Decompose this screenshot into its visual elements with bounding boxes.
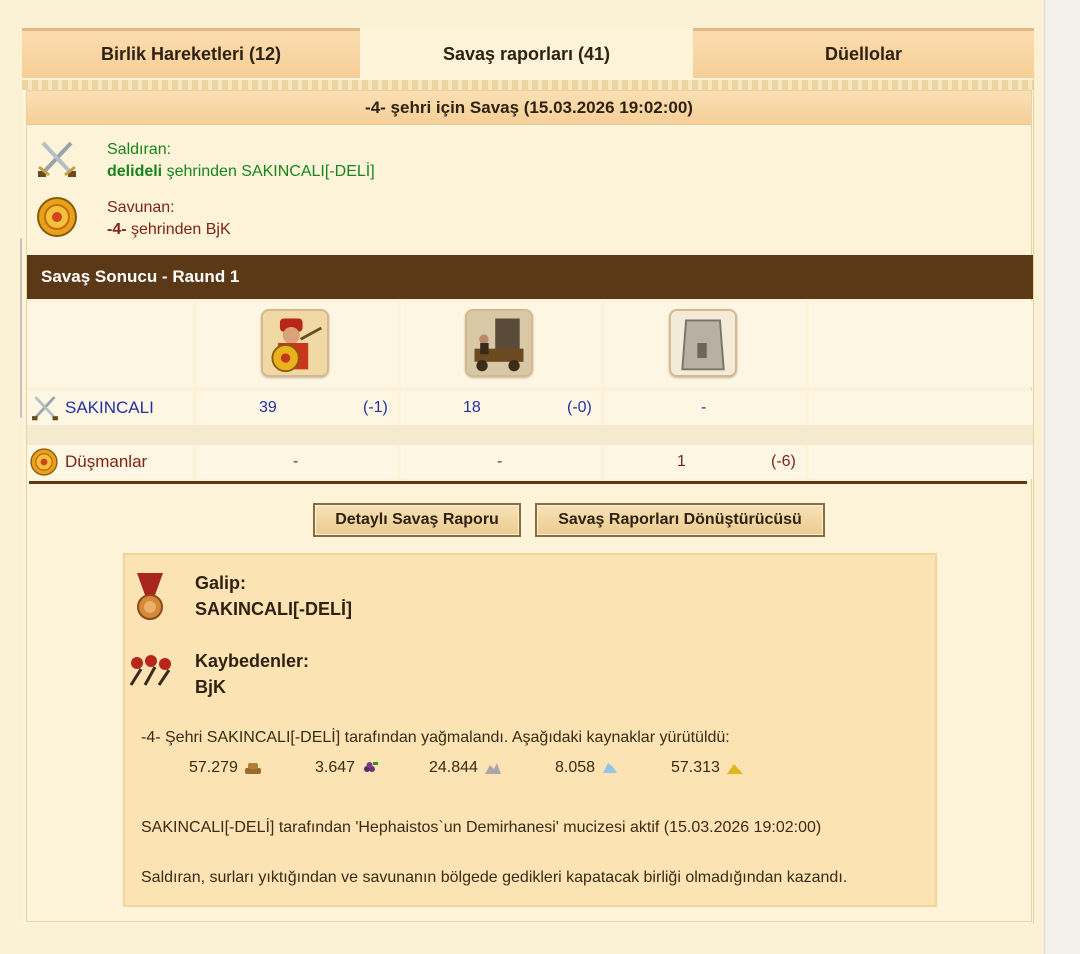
winner-label: Galip:	[195, 573, 247, 593]
hoplite-unit-icon[interactable]	[261, 309, 329, 377]
decorative-border	[22, 80, 1034, 90]
crossed-swords-icon	[38, 141, 76, 177]
wonder-text: SAKINCALI[-DELİ] tarafından 'Hephaistos`…	[141, 819, 822, 836]
attacker-city-link[interactable]: delideli	[107, 163, 162, 180]
defender-wall-loss: (-6)	[771, 453, 796, 470]
unit-column-catapult	[401, 301, 601, 387]
unit-column-hoplite	[197, 301, 397, 387]
wall-icon[interactable]	[669, 309, 737, 377]
siege-unit-icon[interactable]	[465, 309, 533, 377]
shield-icon	[30, 448, 58, 476]
defender-city-link[interactable]: -4-	[107, 221, 127, 238]
tab-bar: Birlik Hareketleri (12) Savaş raporları …	[22, 28, 1034, 80]
table-divider	[29, 481, 1027, 484]
attacker-siege-count: 18	[463, 399, 481, 416]
defender-row-name: Düşmanlar	[65, 452, 148, 471]
attacker-row-name[interactable]: SAKINCALI	[65, 398, 154, 418]
defender-siege-count: -	[497, 453, 503, 470]
plunder-text: -4- Şehri SAKINCALI[-DELİ] tarafından ya…	[141, 729, 730, 746]
resource-value: 24.844	[429, 759, 478, 776]
defender-empty-cell	[809, 445, 1033, 479]
fallen-soldiers-icon	[129, 655, 171, 686]
resource-item: 3.647	[315, 759, 379, 777]
page: Birlik Hareketleri (12) Savaş raporları …	[0, 0, 1080, 954]
defender-origin-text: şehrinden BjK	[126, 221, 231, 238]
tab-combat-reports[interactable]: Savaş raporları (41)	[360, 28, 693, 78]
crystal-icon	[603, 763, 618, 773]
medal-icon	[137, 573, 163, 620]
resource-value: 57.279	[189, 759, 238, 776]
attacker-empty-cell	[809, 391, 1033, 425]
defender-wall-cell: 1 (-6)	[605, 445, 805, 479]
conclusion-text: Saldıran, surları yıktığından ve savunan…	[141, 869, 848, 886]
battle-result-box: Galip: SAKINCALI[-DELİ] Kaybedenler: BjK…	[123, 553, 937, 907]
losers-name: BjK	[195, 677, 226, 697]
defender-hoplite-cell: -	[197, 445, 397, 479]
attacker-wall-cell: -	[605, 391, 805, 425]
crossed-swords-icon	[32, 396, 58, 421]
defender-wall-count: 1	[677, 453, 686, 470]
resource-value: 3.647	[315, 759, 356, 776]
defender-siege-cell: -	[401, 445, 601, 479]
winner-name: SAKINCALI[-DELİ]	[195, 599, 352, 619]
defender-label: Savunan:	[107, 199, 175, 216]
report-converter-button[interactable]: Savaş Raporları Dönüştürücüsü	[535, 503, 825, 537]
attacker-siege-loss: (-0)	[567, 399, 592, 416]
row-label-cell: Düşmanlar	[27, 445, 193, 479]
attacker-origin: delideli şehrinden SAKINCALI[-DELİ]	[107, 163, 375, 181]
round-header: Savaş Sonucu - Raund 1	[27, 255, 1033, 299]
losers-label: Kaybedenler:	[195, 651, 310, 671]
wine-icon	[364, 762, 379, 772]
wood-icon	[244, 763, 261, 774]
row-label-cell: SAKINCALI	[27, 391, 193, 425]
resource-item: 57.279	[189, 759, 262, 777]
resource-item: 8.058	[555, 759, 619, 777]
combat-report: -4- şehri için Savaş (15.03.2026 19:02:0…	[26, 90, 1033, 922]
resource-item: 24.844	[429, 759, 502, 777]
attacker-wall-count: -	[701, 399, 707, 416]
row-spacer	[27, 425, 1033, 445]
attacker-label: Saldıran:	[107, 141, 172, 158]
attacker-origin-text: şehrinden SAKINCALI[-DELİ]	[162, 163, 375, 180]
table-header-empty	[27, 301, 193, 387]
resource-value: 8.058	[555, 759, 596, 776]
resource-item: 57.313	[671, 759, 744, 777]
resource-value: 57.313	[671, 759, 720, 776]
tab-duels[interactable]: Düellolar	[693, 28, 1034, 78]
attacker-hoplite-loss: (-1)	[363, 399, 388, 416]
scrollbar-track[interactable]	[1044, 0, 1080, 954]
shield-icon	[37, 197, 77, 237]
tab-troop-movements[interactable]: Birlik Hareketleri (12)	[22, 28, 360, 78]
defender-origin: -4- şehrinden BjK	[107, 221, 231, 239]
attacker-hoplite-cell: 39 (-1)	[197, 391, 397, 425]
report-title: -4- şehri için Savaş (15.03.2026 19:02:0…	[27, 91, 1031, 125]
attacker-hoplite-count: 39	[259, 399, 277, 416]
detailed-report-button[interactable]: Detaylı Savaş Raporu	[313, 503, 521, 537]
attacker-siege-cell: 18 (-0)	[401, 391, 601, 425]
defender-hoplite-count: -	[293, 453, 299, 470]
marble-icon	[484, 763, 501, 774]
report-window: Birlik Hareketleri (12) Savaş raporları …	[22, 28, 1034, 924]
table-header-empty-right	[809, 301, 1033, 387]
sulfur-icon	[726, 764, 743, 774]
unit-column-wall	[605, 301, 805, 387]
